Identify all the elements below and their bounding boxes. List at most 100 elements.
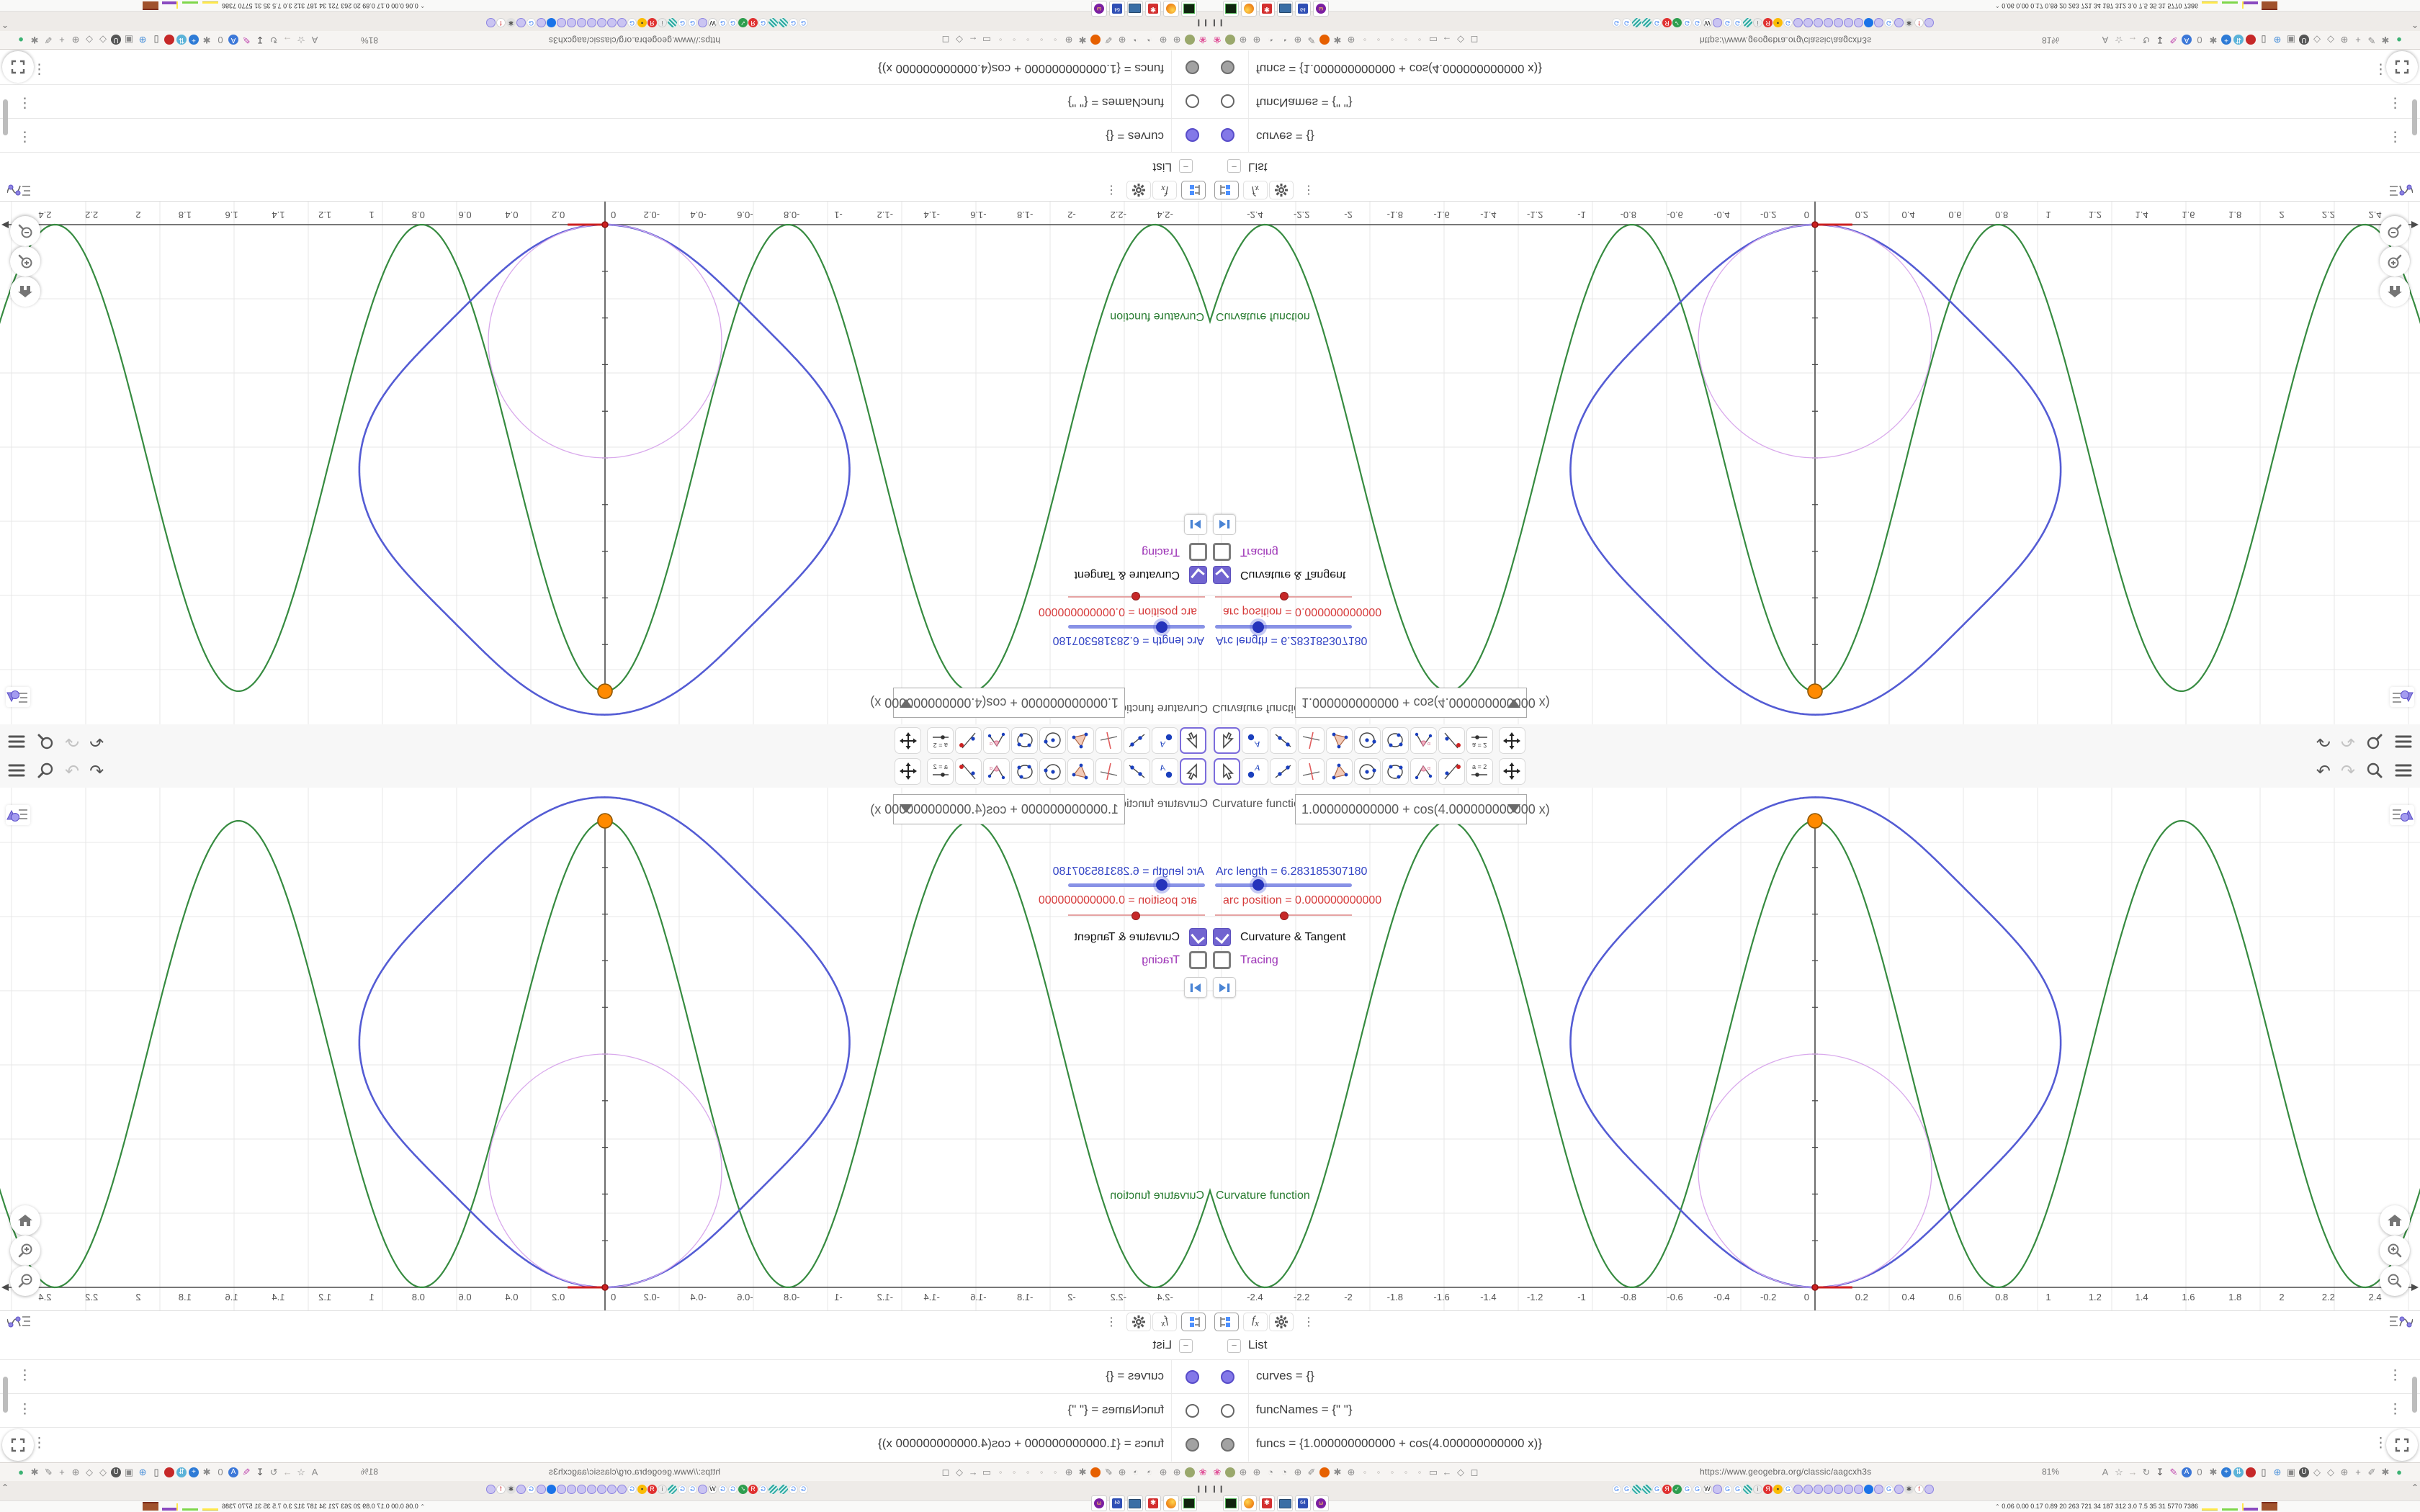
tab-favicon-google[interactable]: G	[1884, 1485, 1894, 1494]
globe-icon[interactable]: ⊕	[1251, 1467, 1263, 1478]
ublock-icon[interactable]: U	[2299, 1467, 2309, 1477]
undo-icon[interactable]: ↶	[89, 731, 104, 750]
tab-favicon-google[interactable]: G	[789, 1485, 798, 1494]
trash-icon[interactable]: ▯	[2258, 34, 2269, 45]
archive-icon[interactable]: ▣	[123, 34, 135, 45]
algebra-row[interactable]: funcNames = {" "} ⋮	[1210, 84, 2420, 119]
tab-favicon-info[interactable]: i	[658, 18, 667, 27]
graphics-view[interactable]: -2.4 -2.2 -2 -1.8 -1.6 -1.4 -1.2 -1 -0.8 -0.6 -0.4…	[0, 202, 1210, 724]
list-header[interactable]: List	[1248, 1338, 1267, 1352]
globe-icon[interactable]: ⊕	[2339, 34, 2350, 45]
dot-icon[interactable]: ◦	[1359, 1467, 1371, 1478]
mask-app-button[interactable]: ω	[1313, 1495, 1329, 1511]
curvature-tangent-checkbox[interactable]	[1213, 566, 1231, 584]
arc-position-slider[interactable]	[1068, 592, 1205, 600]
tab-favicon-green[interactable]: ✓	[738, 18, 748, 27]
tool-circle-with-center-button[interactable]	[1354, 758, 1381, 785]
tab-favicon-geogebra[interactable]	[1894, 18, 1904, 27]
tab-favicon-google[interactable]: G	[1682, 18, 1692, 27]
curvature-tangent-checkbox[interactable]	[1189, 566, 1207, 584]
home-button[interactable]	[2380, 1205, 2410, 1236]
tab-favicon-geogebra[interactable]	[486, 18, 496, 27]
fx-button[interactable]: fx	[1152, 181, 1177, 199]
tab-favicon-teal[interactable]	[1642, 1485, 1652, 1494]
tab-favicon-photos[interactable]: ▪	[1773, 1485, 1783, 1494]
tab-favicon-geogebra[interactable]	[537, 18, 546, 27]
zoom-out-button[interactable]	[2380, 216, 2410, 246]
tab-favicon-geogebra[interactable]	[1924, 18, 1934, 27]
green-dot-icon[interactable]: ●	[2393, 34, 2405, 45]
tab-favicon-messenger[interactable]	[547, 1485, 556, 1494]
tab-favicon-geogebra[interactable]	[1814, 1485, 1823, 1494]
proton-icon[interactable]	[1225, 35, 1235, 45]
shield-icon[interactable]: ◇	[954, 1467, 965, 1478]
tab-favicon-geogebra[interactable]	[617, 1485, 627, 1494]
back-arrow-icon[interactable]: ←	[1441, 1467, 1453, 1478]
gear-icon[interactable]: ✱	[201, 34, 212, 45]
settings-red-app-button[interactable]: ✱	[1259, 1, 1275, 17]
tree-view-button[interactable]	[1214, 181, 1239, 199]
algebra-row[interactable]: curves = {} ⋮	[1210, 1359, 2420, 1394]
tool-move-button[interactable]	[1180, 758, 1206, 785]
globe-icon[interactable]: ⊕	[1345, 1467, 1357, 1478]
tool-line-button[interactable]	[1270, 727, 1296, 754]
globe-icon[interactable]: ⊕	[1063, 34, 1075, 45]
globe-icon[interactable]: ⊕	[70, 1467, 81, 1478]
tab-favicon-google[interactable]: G	[1723, 18, 1732, 27]
tool-move-button[interactable]	[1180, 727, 1206, 754]
url-text[interactable]: https://www.geogebra.org/classic/aagcxh3…	[549, 35, 720, 45]
algebra-row[interactable]: funcNames = {" "} ⋮	[0, 84, 1210, 119]
green-dot-icon[interactable]: ●	[15, 34, 27, 45]
tab-favicon-google[interactable]: G	[1612, 18, 1621, 27]
tab-favicon-geogebra[interactable]	[557, 1485, 566, 1494]
floppy-64-app-button[interactable]: 64	[1295, 1495, 1311, 1511]
tool-circle-with-center-button[interactable]	[1039, 727, 1066, 754]
updown-blue-icon[interactable]: ⇅	[176, 1467, 187, 1477]
tab-favicon-google[interactable]: G	[1622, 18, 1631, 27]
ublock-icon[interactable]: U	[111, 1467, 121, 1477]
list-header[interactable]: List	[1153, 1338, 1172, 1352]
algebra-row[interactable]: curves = {} ⋮	[0, 1359, 1210, 1394]
folder-icon[interactable]: ▭	[1428, 1467, 1439, 1478]
graphics-view[interactable]: -2.4 -2.2 -2 -1.8 -1.6 -1.4 -1.2 -1 -0.8 -0.6 -0.4…	[1210, 788, 2420, 1310]
algebra-row[interactable]: funcNames = {" "} ⋮	[0, 1393, 1210, 1428]
shield-icon[interactable]: ◇	[84, 1467, 95, 1478]
tab-favicon-info[interactable]: i	[1753, 1485, 1762, 1494]
tool-line-button[interactable]	[1124, 727, 1150, 754]
tool-conic-button[interactable]	[1382, 727, 1409, 754]
icp-red-icon[interactable]	[164, 1467, 174, 1477]
tab-favicon-google[interactable]: G	[688, 18, 697, 27]
gear-icon[interactable]: ✱	[29, 34, 40, 45]
firefox-icon[interactable]	[1090, 35, 1101, 45]
dropdown-arrow-icon[interactable]	[900, 804, 913, 813]
visibility-marble[interactable]	[1186, 94, 1199, 108]
proton-icon[interactable]	[1185, 1467, 1195, 1477]
tab-favicon-google[interactable]: G	[627, 1485, 637, 1494]
marker-icon[interactable]: ✎	[241, 1467, 252, 1478]
tab-favicon-photos[interactable]: ▪	[637, 1485, 647, 1494]
visibility-marble[interactable]	[1221, 1404, 1234, 1418]
balloons-icon[interactable]: ❀	[1211, 34, 1223, 45]
firefox-icon[interactable]	[1319, 35, 1330, 45]
visibility-marble[interactable]	[1221, 1438, 1234, 1452]
gauge-icon[interactable]: ◔	[1278, 1467, 1290, 1478]
redo-icon[interactable]: ↷	[2341, 763, 2355, 780]
tab-favicon-green[interactable]: ✓	[1672, 1485, 1682, 1494]
stylebar-kebab-icon[interactable]: ⋮	[1296, 1313, 1321, 1331]
ublock-icon[interactable]: U	[2299, 35, 2309, 45]
chevron-up-icon[interactable]: ⌃	[1, 19, 9, 30]
row-kebab-icon[interactable]: ⋮	[18, 94, 32, 111]
fx-button[interactable]: fx	[1243, 1313, 1268, 1331]
tab-favicon-google[interactable]: G	[1783, 18, 1793, 27]
tab-favicon-google[interactable]: G	[1612, 1485, 1621, 1494]
globe-icon[interactable]: ⊕	[1292, 34, 1304, 45]
star-icon[interactable]: ☆	[2113, 34, 2125, 45]
globe-icon[interactable]: ⊕	[1116, 1467, 1128, 1478]
zoom-out-button[interactable]	[2380, 1266, 2410, 1296]
row-kebab-icon[interactable]: ⋮	[2388, 1367, 2402, 1384]
tab-favicon-google[interactable]: G	[1693, 1485, 1702, 1494]
tab-favicon-teal[interactable]	[768, 18, 778, 27]
lock-icon[interactable]: ◻	[1469, 34, 1480, 45]
plus-blue-icon[interactable]: +	[2221, 1467, 2231, 1477]
tool-perpendicular-line-button[interactable]	[1298, 727, 1325, 754]
